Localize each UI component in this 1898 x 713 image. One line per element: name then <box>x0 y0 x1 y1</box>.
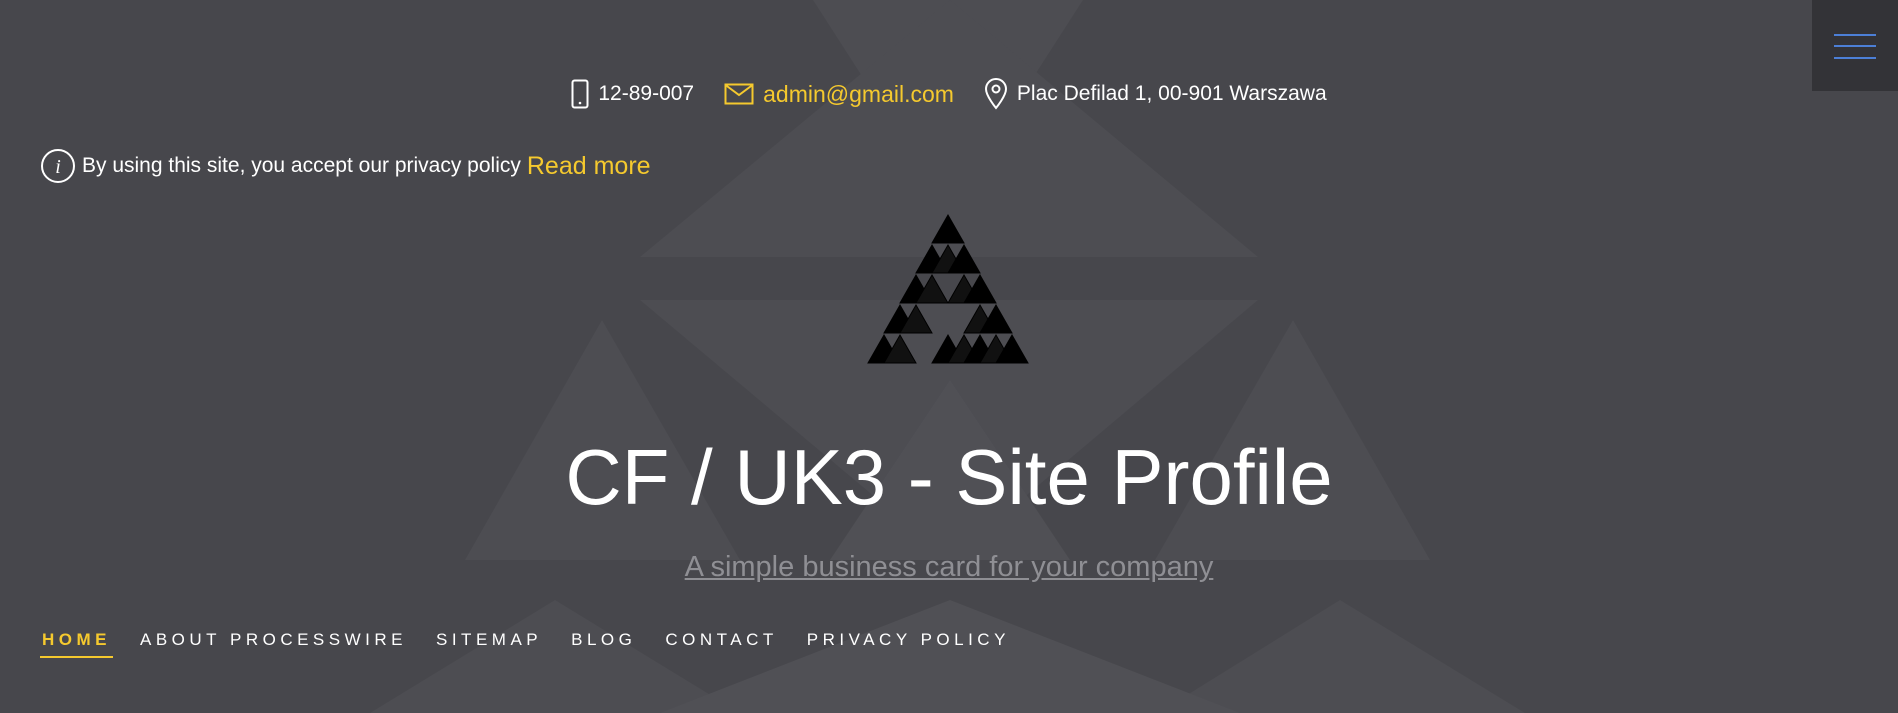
nav-item-home[interactable]: HOME <box>40 630 113 658</box>
info-icon: i <box>41 149 75 183</box>
site-logo[interactable] <box>848 213 1048 393</box>
location-pin-icon <box>984 78 1007 110</box>
hamburger-line <box>1834 57 1876 59</box>
phone-contact[interactable]: 12-89-007 <box>571 79 694 109</box>
hamburger-menu-icon <box>1834 34 1876 36</box>
main-navigation: HOME ABOUT PROCESSWIRE SITEMAP BLOG CONT… <box>40 630 1037 658</box>
svg-text:i: i <box>55 156 61 178</box>
nav-item-blog[interactable]: BLOG <box>569 630 638 658</box>
hamburger-menu-button[interactable] <box>1812 0 1898 91</box>
address-contact[interactable]: Plac Defilad 1, 00-901 Warszawa <box>984 78 1327 110</box>
site-tagline[interactable]: A simple business card for your company <box>0 551 1898 584</box>
nav-item-sitemap[interactable]: SITEMAP <box>434 630 544 658</box>
address-text: Plac Defilad 1, 00-901 Warszawa <box>1016 82 1327 105</box>
hamburger-line <box>1834 45 1876 47</box>
email-contact[interactable]: admin@gmail.com <box>724 81 954 108</box>
phone-number: 12-89-007 <box>598 82 695 105</box>
nav-item-privacy-policy[interactable]: PRIVACY POLICY <box>805 630 1012 658</box>
contact-bar: 12-89-007 admin@gmail.com Plac Defilad 1… <box>0 76 1898 112</box>
site-title: CF / UK3 - Site Profile <box>565 433 1333 521</box>
email-address: admin@gmail.com <box>763 80 954 107</box>
nav-item-contact[interactable]: CONTACT <box>663 630 779 658</box>
mail-icon <box>724 83 754 105</box>
read-more-link[interactable]: Read more <box>527 152 651 181</box>
nav-item-about-processwire[interactable]: ABOUT PROCESSWIRE <box>138 630 409 658</box>
privacy-notice-text: By using this site, you accept our priva… <box>82 154 521 177</box>
privacy-notice: i By using this site, you accept our pri… <box>40 148 651 184</box>
phone-icon <box>571 79 589 109</box>
